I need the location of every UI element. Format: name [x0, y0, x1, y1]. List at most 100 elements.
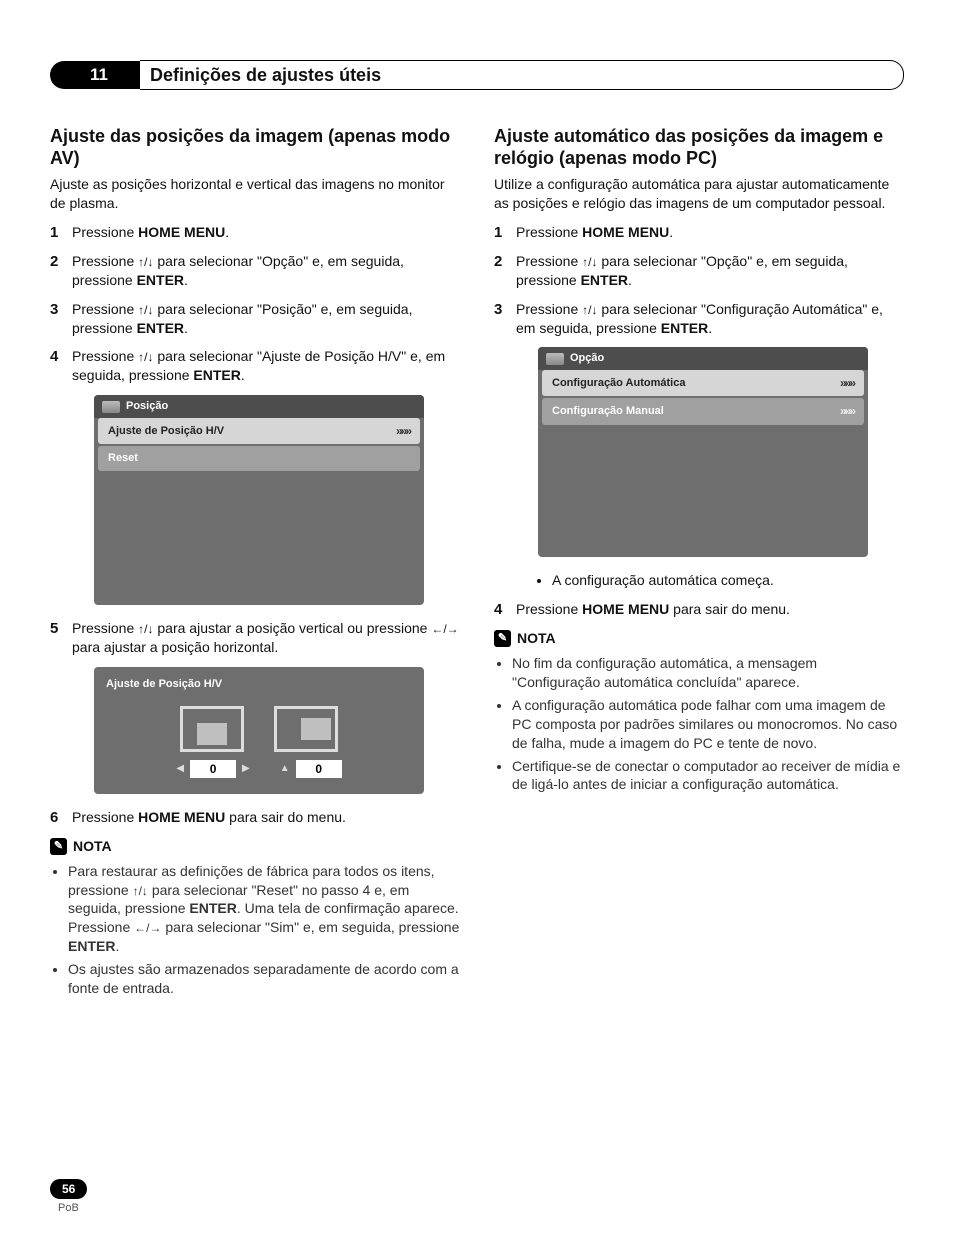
triangle-right-icon: ▶ — [242, 762, 250, 776]
period: . — [628, 272, 632, 288]
right-note-3: Certifique-se de conectar o computador a… — [512, 757, 904, 795]
enter-key: ENTER — [581, 272, 628, 288]
chevron-right-icon: »»» — [396, 423, 410, 439]
note-icon: ✎ — [494, 630, 511, 647]
osd-menu-icon — [102, 401, 120, 413]
text: para ajustar a posição horizontal. — [72, 639, 278, 655]
hv-title: Ajuste de Posição H/V — [106, 677, 412, 692]
triangle-left-icon: ◀ — [176, 762, 184, 776]
period: . — [225, 224, 229, 240]
up-down-arrow-icon: ↑/↓ — [582, 304, 597, 316]
osd-empty-body — [538, 425, 868, 558]
left-heading: Ajuste das posições da imagem (apenas mo… — [50, 126, 460, 169]
osd-row-hv: Ajuste de Posição H/V »»» — [98, 418, 420, 444]
triangle-up-icon: ▲ — [280, 762, 290, 776]
left-right-arrow-icon: ←/→ — [431, 623, 458, 635]
hv-vertical-value: ◀ 0 ▶ — [176, 760, 249, 778]
left-steps: Pressione HOME MENU. Pressione ↑/↓ para … — [50, 223, 460, 827]
period: . — [669, 224, 673, 240]
osd-row-label: Reset — [108, 451, 138, 466]
left-step-2: Pressione ↑/↓ para selecionar "Opção" e,… — [50, 252, 460, 290]
enter-key: ENTER — [661, 320, 708, 336]
left-note-1: Para restaurar as definições de fábrica … — [68, 862, 460, 956]
right-note-1: No fim da configuração automática, a men… — [512, 654, 904, 692]
osd-position-menu: Posição Ajuste de Posição H/V »»» Reset — [94, 395, 424, 605]
hv-horizontal-value: ▲ 0 — [280, 760, 342, 778]
note-icon: ✎ — [50, 838, 67, 855]
note-label: NOTA — [517, 629, 556, 648]
hv-icons — [106, 706, 412, 752]
hv-adjust-panel: Ajuste de Posição H/V ◀ 0 ▶ — [94, 667, 424, 794]
text: Pressione — [72, 620, 138, 636]
page-number: 56 — [50, 1179, 87, 1199]
manual-page: 11 Definições de ajustes úteis Ajuste da… — [0, 0, 954, 1244]
enter-key: ENTER — [68, 938, 115, 954]
osd-row-label: Configuração Manual — [552, 404, 664, 419]
left-step-3: Pressione ↑/↓ para selecionar "Posição" … — [50, 300, 460, 338]
text: Pressione — [516, 224, 582, 240]
left-step-4: Pressione ↑/↓ para selecionar "Ajuste de… — [50, 347, 460, 605]
up-down-arrow-icon: ↑/↓ — [582, 256, 597, 268]
up-down-arrow-icon: ↑/↓ — [138, 304, 153, 316]
text: Pressione — [72, 253, 138, 269]
left-notes: Para restaurar as definições de fábrica … — [50, 862, 460, 998]
home-menu-key: HOME MENU — [138, 809, 225, 825]
right-note-2: A configuração automática pode falhar co… — [512, 696, 904, 753]
page-footer: 56 PoB — [50, 1179, 87, 1216]
enter-key: ENTER — [189, 900, 236, 916]
right-step-2: Pressione ↑/↓ para selecionar "Opção" e,… — [494, 252, 904, 290]
osd-empty-body — [94, 471, 424, 605]
osd-menu-icon — [546, 353, 564, 365]
up-down-arrow-icon: ↑/↓ — [133, 885, 148, 897]
home-menu-key: HOME MENU — [582, 601, 669, 617]
osd-row-reset: Reset — [98, 446, 420, 471]
note-label: NOTA — [73, 837, 112, 856]
text: Pressione — [516, 253, 582, 269]
right-sub-bullet: A configuração automática começa. — [516, 571, 904, 590]
osd-row-label: Configuração Automática — [552, 376, 685, 391]
left-right-arrow-icon: ←/→ — [134, 922, 161, 934]
right-notes: No fim da configuração automática, a men… — [494, 654, 904, 794]
home-menu-key: HOME MENU — [138, 224, 225, 240]
text: Pressione — [72, 809, 138, 825]
chevron-right-icon: »»» — [840, 375, 854, 391]
page-language: PoB — [50, 1201, 87, 1216]
right-column: Ajuste automático das posições da imagem… — [494, 126, 904, 1002]
period: . — [184, 272, 188, 288]
text: Pressione — [72, 224, 138, 240]
text: Pressione — [516, 601, 582, 617]
enter-key: ENTER — [137, 272, 184, 288]
home-menu-key: HOME MENU — [582, 224, 669, 240]
left-column: Ajuste das posições da imagem (apenas mo… — [50, 126, 460, 1002]
right-step-1: Pressione HOME MENU. — [494, 223, 904, 242]
text: para sair do menu. — [225, 809, 346, 825]
up-down-arrow-icon: ↑/↓ — [138, 351, 153, 363]
enter-key: ENTER — [137, 320, 184, 336]
osd-row-auto: Configuração Automática »»» — [542, 370, 864, 396]
left-note-header: ✎ NOTA — [50, 837, 460, 856]
text: para sair do menu. — [669, 601, 790, 617]
chapter-title: Definições de ajustes úteis — [150, 63, 381, 87]
osd-title: Opção — [570, 351, 604, 366]
period: . — [241, 367, 245, 383]
right-sub-bullet-item: A configuração automática começa. — [552, 571, 904, 590]
content-columns: Ajuste das posições da imagem (apenas mo… — [50, 126, 904, 1002]
left-step-6: Pressione HOME MENU para sair do menu. — [50, 808, 460, 827]
text: para ajustar a posição vertical ou press… — [154, 620, 432, 636]
up-down-arrow-icon: ↑/↓ — [138, 623, 153, 635]
text: Pressione — [72, 348, 138, 364]
horizontal-position-icon — [274, 706, 338, 752]
right-steps: Pressione HOME MENU. Pressione ↑/↓ para … — [494, 223, 904, 619]
text: Pressione — [72, 301, 138, 317]
osd-row-label: Ajuste de Posição H/V — [108, 424, 224, 439]
osd-title: Posição — [126, 399, 168, 414]
right-step-3: Pressione ↑/↓ para selecionar "Configura… — [494, 300, 904, 591]
up-down-arrow-icon: ↑/↓ — [138, 256, 153, 268]
osd-option-menu: Opção Configuração Automática »»» Config… — [538, 347, 868, 557]
value-box: 0 — [296, 760, 342, 778]
left-note-2: Os ajustes são armazenados separadamente… — [68, 960, 460, 998]
osd-row-manual: Configuração Manual »»» — [542, 398, 864, 424]
value-box: 0 — [190, 760, 236, 778]
period: . — [115, 938, 119, 954]
right-step-4: Pressione HOME MENU para sair do menu. — [494, 600, 904, 619]
